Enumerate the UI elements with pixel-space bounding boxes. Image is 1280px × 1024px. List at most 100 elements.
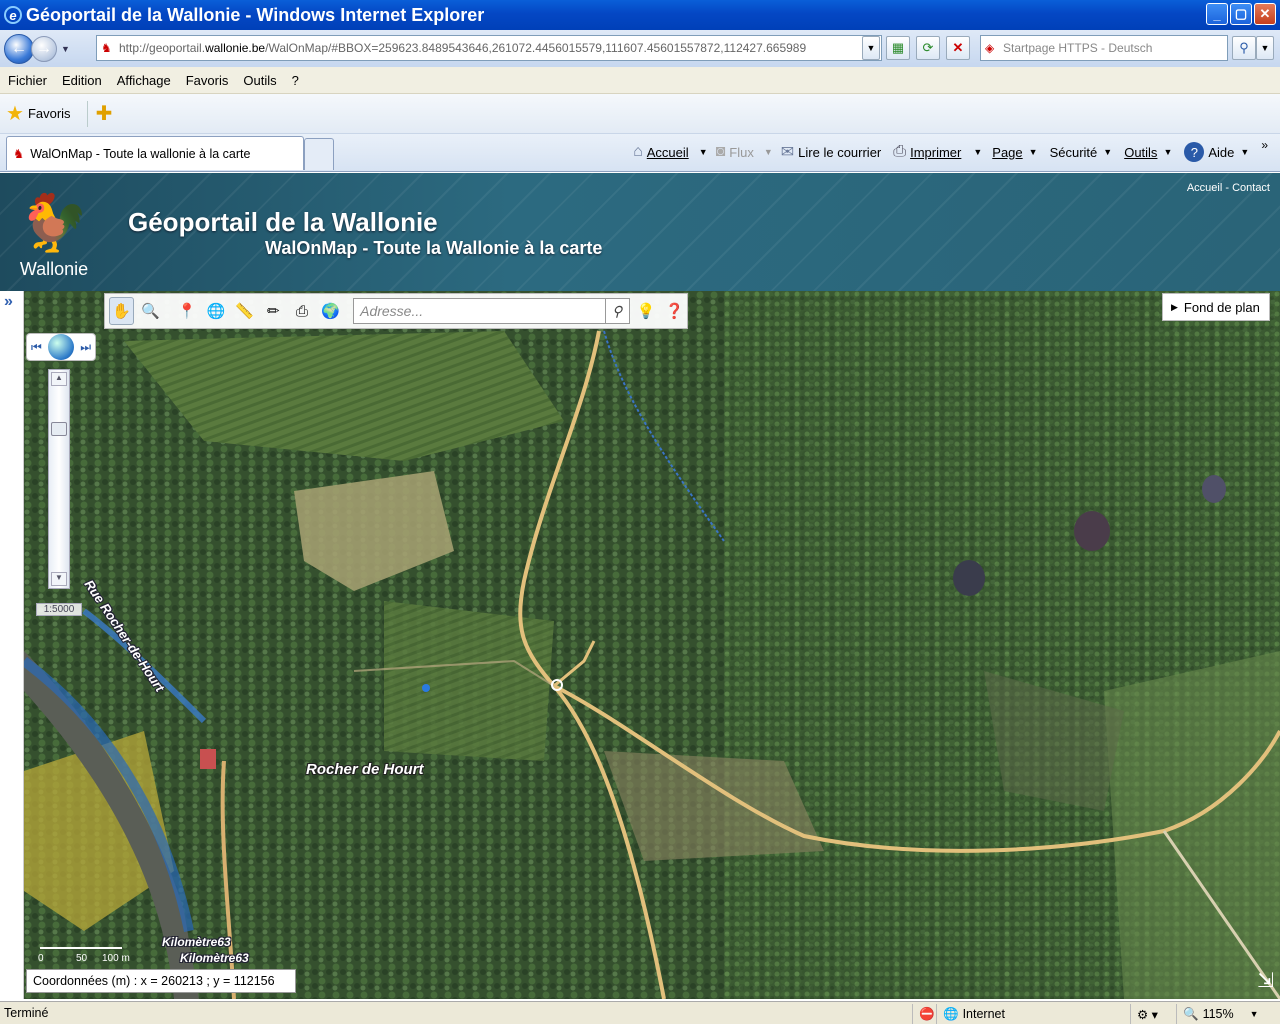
pan-hand-icon[interactable]: ✋ bbox=[109, 297, 134, 325]
imprimer-dropdown[interactable]: ▼ bbox=[967, 143, 986, 161]
home-icon: ⌂ bbox=[633, 143, 643, 160]
internet-globe-icon: 🌐 bbox=[943, 1006, 959, 1021]
tip-bulb-icon[interactable]: 💡 bbox=[634, 297, 659, 325]
tab-walonmap[interactable]: ♞ WalOnMap - Toute la wallonie à la cart… bbox=[6, 136, 304, 170]
menu-outils[interactable]: Outils bbox=[243, 73, 276, 88]
zoom-level-control[interactable]: 🔍 115% ▼ bbox=[1176, 1004, 1276, 1024]
favorites-star-icon[interactable]: ★ bbox=[6, 101, 24, 126]
zoom-slider-thumb[interactable] bbox=[51, 422, 67, 437]
securite-menu[interactable]: Sécurité ▼ bbox=[1044, 141, 1119, 164]
kilometre-label-1: Kilomètre63 bbox=[162, 935, 231, 949]
new-tab-button[interactable] bbox=[304, 138, 334, 170]
print-icon[interactable]: ⎙ bbox=[290, 297, 315, 325]
security-status-icon[interactable]: ⛔ bbox=[912, 1004, 936, 1024]
url-prefix: http://geoportail. bbox=[119, 41, 206, 55]
help-question-icon[interactable]: ❓ bbox=[662, 297, 687, 325]
stop-icon[interactable]: ✕ bbox=[946, 36, 970, 60]
url-domain: wallonie.be bbox=[205, 41, 266, 55]
search-icon[interactable]: ⚲ bbox=[1232, 36, 1256, 60]
page-title: Géoportail de la Wallonie bbox=[128, 207, 438, 237]
scalebar-zero: 0 bbox=[38, 953, 44, 964]
address-toolbar: ← → ▼ ♞ http://geoportail. wallonie.be/Wa… bbox=[0, 30, 1280, 67]
zoom-magnifier-icon: 🔍 bbox=[1183, 1006, 1199, 1021]
menu-help[interactable]: ? bbox=[292, 73, 299, 88]
search-options-dropdown[interactable]: ▼ bbox=[1256, 36, 1274, 60]
search-placeholder: Startpage HTTPS - Deutsch bbox=[1003, 41, 1153, 55]
menu-affichage[interactable]: Affichage bbox=[117, 73, 171, 88]
back-button[interactable]: ← bbox=[4, 33, 34, 64]
help-icon: ? bbox=[1184, 142, 1205, 162]
measure-ruler-icon[interactable]: 📏 bbox=[232, 297, 257, 325]
aide-menu[interactable]: ? Aide ▼ bbox=[1178, 138, 1255, 166]
rss-icon: ◙ bbox=[715, 143, 726, 160]
forward-button[interactable]: → bbox=[31, 35, 57, 62]
zone-label: Internet bbox=[962, 1007, 1005, 1021]
info-pin-icon[interactable]: 📍 bbox=[175, 297, 200, 325]
full-extent-globe-icon[interactable] bbox=[48, 334, 74, 360]
accueil-dropdown[interactable]: ▼ bbox=[695, 143, 710, 161]
favoris-button[interactable]: Favoris bbox=[28, 106, 71, 121]
previous-extent-icon[interactable]: ⏮ bbox=[31, 340, 42, 355]
menu-favoris[interactable]: Favoris bbox=[186, 73, 229, 88]
printer-icon: ⎙ bbox=[893, 143, 907, 160]
zoom-dropdown-icon: ▼ bbox=[1249, 1009, 1259, 1019]
window-title: Géoportail de la Wallonie - Windows Inte… bbox=[26, 4, 485, 25]
refresh-icon[interactable]: ⟳ bbox=[916, 36, 940, 60]
favorites-bar: ★ Favoris ✚ bbox=[0, 94, 1280, 134]
coordinates-readout: Coordonnées (m) : x = 260213 ; y = 11215… bbox=[26, 969, 296, 993]
caret-right-icon: ▶ bbox=[1171, 301, 1178, 312]
search-field[interactable]: ◈ Startpage HTTPS - Deutsch bbox=[980, 35, 1228, 61]
accueil-button[interactable]: ⌂ Accueil bbox=[627, 139, 695, 165]
chevron-more-icon[interactable]: » bbox=[1255, 134, 1274, 156]
kilometre-label-2: Kilomètre63 bbox=[180, 951, 249, 965]
external-globe-icon[interactable]: 🌍 bbox=[318, 297, 343, 325]
address-placeholder: Adresse... bbox=[360, 303, 424, 319]
url-field[interactable]: ♞ http://geoportail. wallonie.be/WalOnMap… bbox=[96, 35, 882, 61]
search-provider-icon: ◈ bbox=[985, 41, 995, 55]
address-search-icon[interactable]: ⚲ bbox=[604, 299, 629, 323]
aerial-imagery bbox=[24, 291, 1280, 999]
zone-indicator[interactable]: 🌐 Internet bbox=[936, 1004, 1126, 1024]
site-favicon-icon: ♞ bbox=[101, 41, 112, 55]
fond-de-plan-button[interactable]: ▶ Fond de plan bbox=[1162, 293, 1270, 321]
page-subtitle: WalOnMap - Toute la Wallonie à la carte bbox=[265, 238, 603, 258]
resize-handle-icon[interactable]: ⇲ bbox=[1257, 968, 1274, 993]
portal-header: 🐓 Wallonie Géoportail de la Wallonie Wal… bbox=[0, 173, 1280, 291]
imprimer-button[interactable]: ⎙ Imprimer bbox=[887, 139, 967, 165]
minimize-button[interactable]: _ bbox=[1206, 3, 1228, 25]
ie-logo-icon: e bbox=[4, 6, 22, 24]
outils-menu[interactable]: Outils ▼ bbox=[1118, 141, 1178, 164]
menu-edition[interactable]: Edition bbox=[62, 73, 102, 88]
header-contact-link[interactable]: Contact bbox=[1232, 182, 1270, 194]
header-links: Accueil - Contact bbox=[1187, 182, 1270, 194]
nav-globe-control: ⏮ ⏭ bbox=[26, 333, 96, 361]
address-search-input[interactable]: Adresse... ⚲ bbox=[353, 298, 630, 324]
scalebar-mid: 50 bbox=[76, 953, 88, 964]
map-viewport[interactable]: ✋ 🔍 📍 🌐 📏 ✏ ⎙ 🌍 Adresse... ⚲ 💡 ❓ ▶ Fond … bbox=[24, 291, 1280, 999]
wallonie-logo[interactable]: 🐓 Wallonie bbox=[18, 187, 90, 287]
scalebar-end: 100 m bbox=[102, 953, 130, 964]
lire-courrier-button[interactable]: ✉ Lire le courrier bbox=[775, 138, 888, 166]
tab-bar: ♞ WalOnMap - Toute la wallonie à la cart… bbox=[0, 134, 1280, 172]
next-extent-icon[interactable]: ⏭ bbox=[80, 340, 91, 355]
pen-draw-icon[interactable]: ✏ bbox=[261, 297, 286, 325]
url-dropdown-button[interactable]: ▼ bbox=[862, 36, 880, 60]
close-window-button[interactable]: ✕ bbox=[1254, 3, 1276, 25]
header-accueil-link[interactable]: Accueil bbox=[1187, 182, 1222, 194]
page-menu[interactable]: Page ▼ bbox=[986, 141, 1043, 164]
flux-button[interactable]: ◙ Flux bbox=[710, 139, 760, 165]
add-favorite-icon[interactable]: ✚ bbox=[96, 101, 113, 126]
place-label: Rocher de Hourt bbox=[306, 761, 424, 778]
zoom-down-icon[interactable]: ▼ bbox=[51, 572, 67, 586]
menu-fichier[interactable]: Fichier bbox=[8, 73, 47, 88]
expand-panel-icon[interactable]: » bbox=[0, 291, 23, 313]
zoom-in-icon[interactable]: 🔍 bbox=[138, 297, 163, 325]
maximize-button[interactable]: ▢ bbox=[1230, 3, 1252, 25]
zoom-up-icon[interactable]: ▲ bbox=[51, 372, 67, 386]
zoom-slider[interactable]: ▲ ▼ bbox=[48, 369, 70, 589]
globe-layers-icon[interactable]: 🌐 bbox=[203, 297, 228, 325]
flux-dropdown[interactable]: ▼ bbox=[760, 143, 775, 161]
protected-mode-icon[interactable]: ⚙ ▾ bbox=[1130, 1004, 1174, 1024]
compatibility-view-icon[interactable]: ▦ bbox=[886, 36, 910, 60]
history-dropdown-icon[interactable]: ▼ bbox=[61, 44, 70, 54]
